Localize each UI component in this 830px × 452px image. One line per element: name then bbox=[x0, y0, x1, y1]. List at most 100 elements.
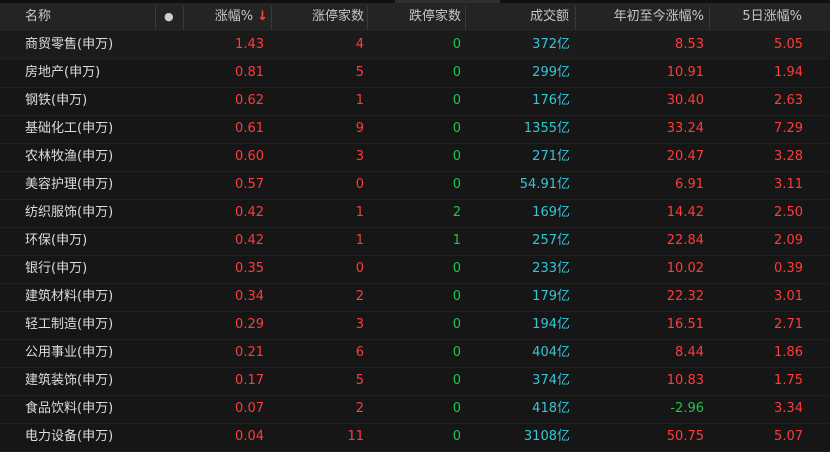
five-day-change-value: 3.28 bbox=[774, 149, 803, 164]
column-divider[interactable] bbox=[271, 6, 272, 30]
ytd-change-value: 8.53 bbox=[675, 37, 704, 52]
ytd-change-value: 33.24 bbox=[666, 121, 704, 136]
limit-down-count: 0 bbox=[452, 37, 461, 52]
table-row[interactable]: 纺织服饰(申万) 0.42 1 2 169亿 14.42 2.50 bbox=[0, 199, 830, 228]
change-pct-value: 0.17 bbox=[235, 373, 264, 388]
limit-up-count: 1 bbox=[355, 93, 364, 108]
ytd-change-value: 30.40 bbox=[666, 93, 704, 108]
limit-up-count: 5 bbox=[355, 373, 364, 388]
volume-value: 194亿 bbox=[532, 317, 570, 332]
five-day-change-value: 1.94 bbox=[774, 65, 803, 80]
column-divider[interactable] bbox=[465, 6, 466, 30]
table-row[interactable]: 基础化工(申万) 0.61 9 0 1355亿 33.24 7.29 bbox=[0, 115, 830, 144]
col-name-header[interactable]: 名称 bbox=[25, 3, 51, 31]
volume-value: 179亿 bbox=[532, 289, 570, 304]
table-row[interactable]: 银行(申万) 0.35 0 0 233亿 10.02 0.39 bbox=[0, 255, 830, 284]
change-pct-value: 0.42 bbox=[235, 205, 264, 220]
change-pct-value: 0.61 bbox=[235, 121, 264, 136]
change-pct-value: 0.04 bbox=[235, 429, 264, 444]
ytd-change-value: 10.83 bbox=[666, 373, 704, 388]
column-divider[interactable] bbox=[183, 6, 184, 30]
table-row[interactable]: 电力设备(申万) 0.04 11 0 3108亿 50.75 5.07 bbox=[0, 423, 830, 452]
limit-up-count: 2 bbox=[355, 401, 364, 416]
limit-down-count: 0 bbox=[452, 93, 461, 108]
sector-name: 商贸零售(申万) bbox=[25, 37, 114, 52]
col-change-header[interactable]: 涨幅% ↓ bbox=[215, 3, 268, 31]
change-pct-value: 0.62 bbox=[235, 93, 264, 108]
volume-value: 54.91亿 bbox=[519, 177, 570, 192]
table-row[interactable]: 房地产(申万) 0.81 5 0 299亿 10.91 1.94 bbox=[0, 59, 830, 88]
change-pct-value: 0.60 bbox=[235, 149, 264, 164]
column-divider[interactable] bbox=[575, 6, 576, 30]
five-day-change-value: 2.71 bbox=[774, 317, 803, 332]
limit-down-count: 0 bbox=[452, 401, 461, 416]
column-divider[interactable] bbox=[155, 6, 156, 30]
sector-name: 房地产(申万) bbox=[25, 65, 101, 80]
limit-down-count: 0 bbox=[452, 261, 461, 276]
change-pct-value: 0.81 bbox=[235, 65, 264, 80]
limit-up-count: 5 bbox=[355, 65, 364, 80]
sector-name: 银行(申万) bbox=[25, 261, 88, 276]
sector-name: 环保(申万) bbox=[25, 233, 88, 248]
limit-down-count: 0 bbox=[452, 65, 461, 80]
table-row[interactable]: 建筑装饰(申万) 0.17 5 0 374亿 10.83 1.75 bbox=[0, 367, 830, 396]
ytd-change-value: 22.32 bbox=[666, 289, 704, 304]
change-pct-value: 0.21 bbox=[235, 345, 264, 360]
ytd-change-value: -2.96 bbox=[670, 401, 704, 416]
sector-name: 钢铁(申万) bbox=[25, 93, 88, 108]
five-day-change-value: 1.75 bbox=[774, 373, 803, 388]
dot-icon[interactable]: ● bbox=[164, 3, 174, 31]
five-day-change-value: 0.39 bbox=[774, 261, 803, 276]
ytd-change-value: 50.75 bbox=[666, 429, 704, 444]
ytd-change-value: 8.44 bbox=[675, 345, 704, 360]
limit-up-count: 4 bbox=[355, 37, 364, 52]
sector-name: 美容护理(申万) bbox=[25, 177, 114, 192]
table-row[interactable]: 建筑材料(申万) 0.34 2 0 179亿 22.32 3.01 bbox=[0, 283, 830, 312]
table-row[interactable]: 环保(申万) 0.42 1 1 257亿 22.84 2.09 bbox=[0, 227, 830, 256]
table-row[interactable]: 轻工制造(申万) 0.29 3 0 194亿 16.51 2.71 bbox=[0, 311, 830, 340]
volume-value: 271亿 bbox=[532, 149, 570, 164]
volume-value: 176亿 bbox=[532, 93, 570, 108]
volume-value: 3108亿 bbox=[523, 429, 570, 444]
ytd-change-value: 10.02 bbox=[666, 261, 704, 276]
limit-down-count: 2 bbox=[452, 205, 461, 220]
change-pct-value: 0.35 bbox=[235, 261, 264, 276]
sector-table: 名称 ● 涨幅% ↓ 涨停家数 跌停家数 成交额 年初至今涨幅% 5日涨幅% 商贸… bbox=[0, 0, 830, 452]
sector-name: 建筑装饰(申万) bbox=[25, 373, 114, 388]
sort-desc-arrow-icon: ↓ bbox=[257, 9, 268, 24]
limit-up-count: 3 bbox=[355, 149, 364, 164]
five-day-change-value: 2.63 bbox=[774, 93, 803, 108]
sector-name: 基础化工(申万) bbox=[25, 121, 114, 136]
table-row[interactable]: 公用事业(申万) 0.21 6 0 404亿 8.44 1.86 bbox=[0, 339, 830, 368]
table-row[interactable]: 美容护理(申万) 0.57 0 0 54.91亿 6.91 3.11 bbox=[0, 171, 830, 200]
column-divider[interactable] bbox=[709, 6, 710, 30]
table-row[interactable]: 食品饮料(申万) 0.07 2 0 418亿 -2.96 3.34 bbox=[0, 395, 830, 424]
col-change-label: 涨幅% bbox=[214, 9, 254, 24]
ytd-change-value: 16.51 bbox=[666, 317, 704, 332]
table-row[interactable]: 钢铁(申万) 0.62 1 0 176亿 30.40 2.63 bbox=[0, 87, 830, 116]
sector-name: 轻工制造(申万) bbox=[25, 317, 114, 332]
limit-up-count: 0 bbox=[355, 177, 364, 192]
change-pct-value: 0.07 bbox=[235, 401, 264, 416]
table-row[interactable]: 商贸零售(申万) 1.43 4 0 372亿 8.53 5.05 bbox=[0, 31, 830, 60]
col-5day-header[interactable]: 5日涨幅% bbox=[742, 3, 802, 31]
col-ytd-header[interactable]: 年初至今涨幅% bbox=[614, 3, 704, 31]
limit-up-count: 11 bbox=[347, 429, 364, 444]
col-volume-header[interactable]: 成交额 bbox=[530, 3, 569, 31]
col-limit-up-header[interactable]: 涨停家数 bbox=[312, 3, 364, 31]
change-pct-value: 0.57 bbox=[235, 177, 264, 192]
limit-up-count: 1 bbox=[355, 233, 364, 248]
limit-down-count: 0 bbox=[452, 121, 461, 136]
ytd-change-value: 20.47 bbox=[666, 149, 704, 164]
limit-down-count: 0 bbox=[452, 429, 461, 444]
table-header: 名称 ● 涨幅% ↓ 涨停家数 跌停家数 成交额 年初至今涨幅% 5日涨幅% bbox=[0, 3, 830, 31]
ytd-change-value: 10.91 bbox=[666, 65, 704, 80]
limit-down-count: 0 bbox=[452, 373, 461, 388]
volume-value: 257亿 bbox=[532, 233, 570, 248]
ytd-change-value: 22.84 bbox=[666, 233, 704, 248]
sector-name: 农林牧渔(申万) bbox=[25, 149, 114, 164]
ytd-change-value: 14.42 bbox=[666, 205, 704, 220]
table-row[interactable]: 农林牧渔(申万) 0.60 3 0 271亿 20.47 3.28 bbox=[0, 143, 830, 172]
column-divider[interactable] bbox=[367, 6, 368, 30]
col-limit-down-header[interactable]: 跌停家数 bbox=[409, 3, 461, 31]
